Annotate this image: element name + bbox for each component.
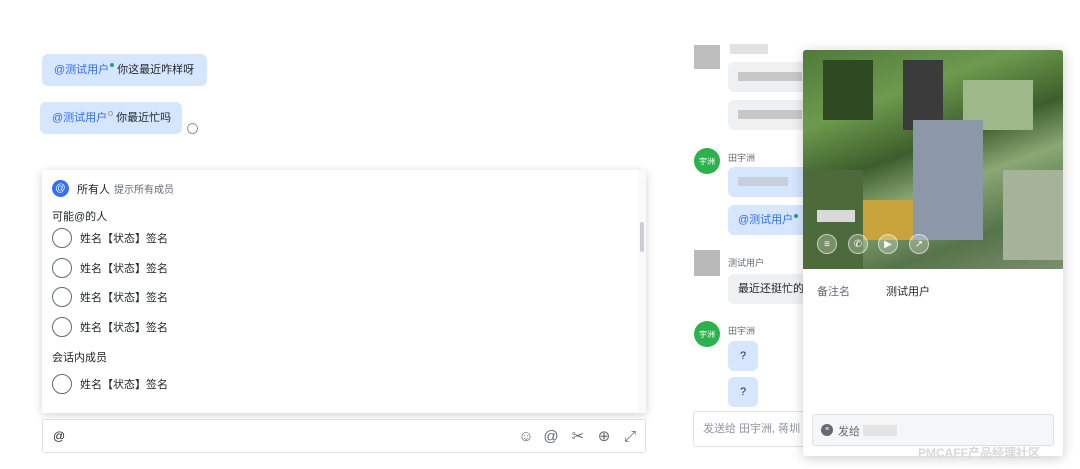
message-input-value: @ <box>53 429 66 443</box>
radio-circle-icon <box>52 287 72 307</box>
mention-link[interactable]: @测试用户 <box>52 112 107 124</box>
mention-all-option[interactable]: @ 所有人 提示所有成员 <box>52 180 174 197</box>
section-possible-people: 可能@的人 <box>52 211 108 223</box>
sender-name <box>730 44 768 54</box>
mention-person-option[interactable]: 姓名【状态】签名 <box>52 258 168 278</box>
mention-link[interactable]: @测试用户 <box>738 214 793 226</box>
message-text: 你最近忙吗 <box>116 112 172 124</box>
video-icon[interactable]: ▶ <box>878 234 898 254</box>
watermark: PMCAFF产品经理社区 <box>918 446 1040 460</box>
radio-circle-icon <box>52 258 72 278</box>
sender-name: 田宇洲 <box>728 326 756 336</box>
chat-icon[interactable]: ≡ <box>817 234 837 254</box>
person-label: 姓名【状态】签名 <box>80 263 168 275</box>
alias-label: 备注名 <box>817 286 850 298</box>
mention-person-option[interactable]: 姓名【状态】签名 <box>52 287 168 307</box>
plus-circle-icon[interactable]: ⊕ <box>595 428 613 446</box>
avatar[interactable]: 宇洲 <box>694 321 720 347</box>
profile-card: ≡ ✆ ▶ ↗ 备注名 测试用户 ≡ 发给 <box>803 50 1063 456</box>
blurred-text <box>738 110 802 119</box>
read-dot-icon <box>794 214 799 218</box>
blurred-text <box>738 177 788 186</box>
message-bubble[interactable]: @测试用户 <box>728 205 808 235</box>
person-label: 姓名【状态】签名 <box>80 379 168 391</box>
message-input[interactable]: @ ☺ @ ✂ ⊕ ⤢ <box>42 419 646 453</box>
message-bubble[interactable]: @测试用户 你最近忙吗 <box>40 102 182 134</box>
message-bubble[interactable]: ? <box>728 341 758 371</box>
mention-all-label: 所有人 <box>77 183 110 196</box>
chat-icon: ≡ <box>821 424 833 436</box>
mention-link[interactable]: @测试用户 <box>54 64 109 76</box>
mention-person-option[interactable]: 姓名【状态】签名 <box>52 228 168 248</box>
person-label: 姓名【状态】签名 <box>80 292 168 304</box>
expand-icon[interactable]: ⤢ <box>621 428 639 446</box>
scrollbar-track[interactable] <box>638 170 646 413</box>
scissors-icon[interactable]: ✂ <box>569 428 587 446</box>
avatar[interactable]: 宇洲 <box>694 148 720 174</box>
message-text: ? <box>739 350 747 362</box>
person-label: 姓名【状态】签名 <box>80 233 168 245</box>
sender-name: 测试用户 <box>728 258 765 268</box>
blurred-name <box>863 425 897 436</box>
alias-value: 测试用户 <box>886 286 930 298</box>
scrollbar-thumb[interactable] <box>640 222 644 252</box>
mention-suggestion-popup: @ 所有人 提示所有成员 可能@的人 姓名【状态】签名 姓名【状态】签名 姓名【… <box>42 170 646 413</box>
blurred-text <box>738 72 802 81</box>
read-dot-icon <box>110 63 115 67</box>
message-text: 最近还挺忙的 <box>738 283 804 295</box>
radio-circle-icon <box>52 317 72 337</box>
message-bubble[interactable]: 最近还挺忙的 <box>728 274 808 304</box>
send-prefix: 发给 <box>838 426 860 438</box>
mention-person-option[interactable]: 姓名【状态】签名 <box>52 374 168 394</box>
phone-icon[interactable]: ✆ <box>848 234 868 254</box>
message-text: ? <box>739 386 747 398</box>
avatar[interactable] <box>694 250 720 276</box>
chat-input-placeholder: 发送给 田宇洲, 蒋圳 <box>703 423 801 435</box>
at-icon[interactable]: @ <box>542 428 560 446</box>
radio-circle-icon <box>52 374 72 394</box>
message-bubble[interactable]: @测试用户 你这最近咋样呀 <box>42 54 207 86</box>
emoji-icon[interactable]: ☺ <box>517 428 535 446</box>
mention-all-hint: 提示所有成员 <box>114 185 174 196</box>
share-icon[interactable]: ↗ <box>909 234 929 254</box>
chat-input[interactable]: 发送给 田宇洲, 蒋圳 <box>693 411 808 447</box>
read-status-icon[interactable] <box>187 123 198 134</box>
radio-circle-icon <box>52 228 72 248</box>
mention-person-option[interactable]: 姓名【状态】签名 <box>52 317 168 337</box>
person-label: 姓名【状态】签名 <box>80 322 168 334</box>
profile-photo <box>803 50 1063 269</box>
at-icon: @ <box>52 180 69 197</box>
unread-dot-icon <box>108 111 114 116</box>
message-text: 你这最近咋样呀 <box>117 64 195 76</box>
sender-name: 田宇洲 <box>728 153 756 163</box>
section-members: 会话内成员 <box>52 352 107 364</box>
send-message-input[interactable]: ≡ 发给 <box>812 414 1054 446</box>
blurred-name <box>817 210 855 222</box>
message-bubble[interactable]: ? <box>728 377 758 407</box>
avatar[interactable] <box>694 45 720 69</box>
